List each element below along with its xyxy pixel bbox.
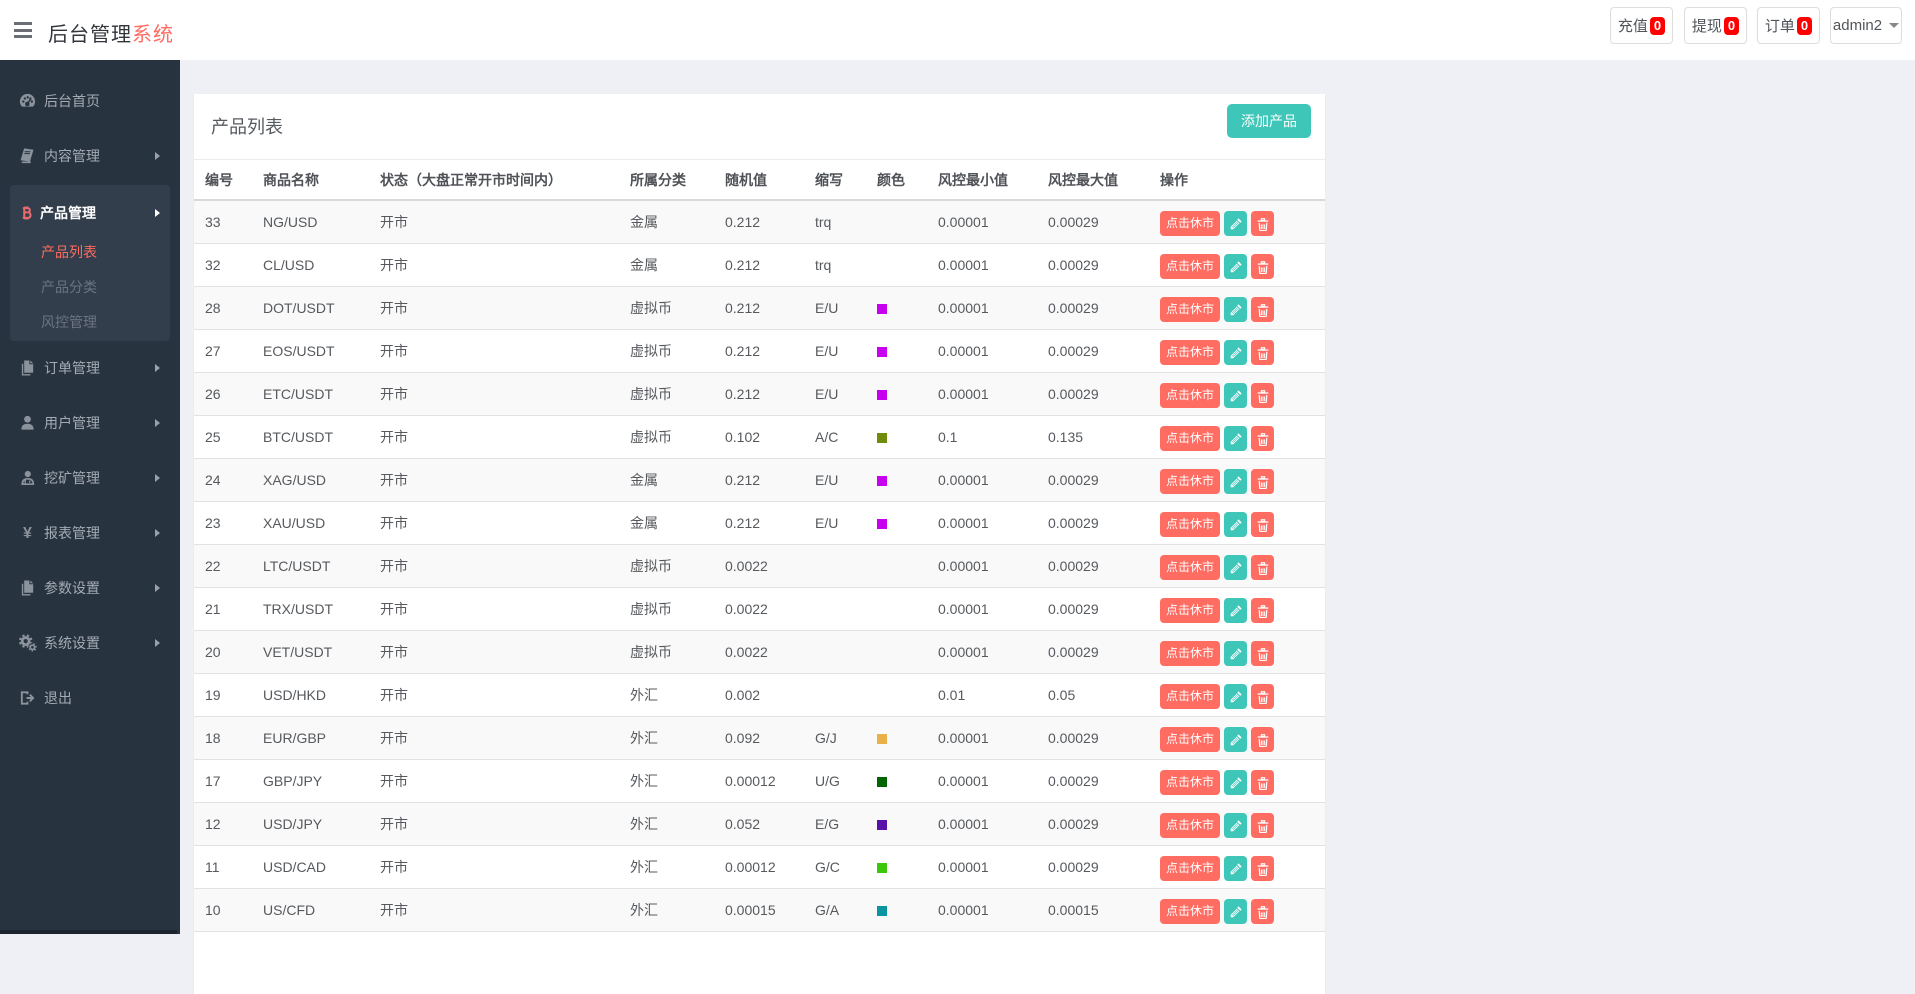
svg-text:¥: ¥ [23, 524, 32, 541]
